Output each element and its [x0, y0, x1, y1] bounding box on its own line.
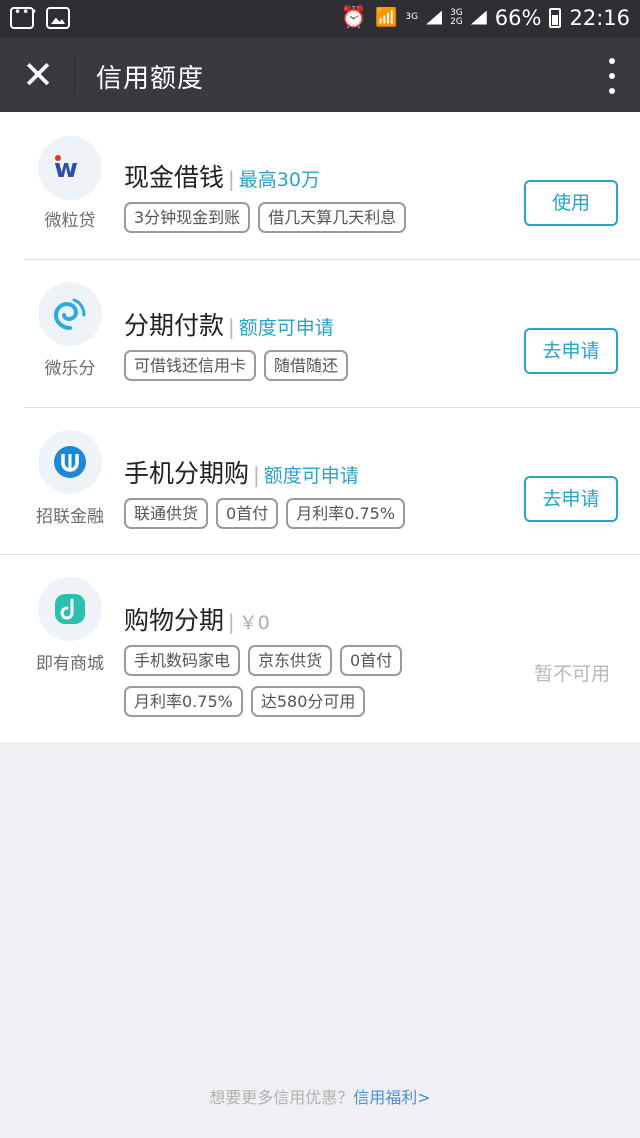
- brand-name: 即有商城: [36, 654, 104, 674]
- weilidai-logo-icon: w: [38, 136, 102, 200]
- message-icon: [10, 5, 38, 29]
- signal-bars-icon-2: [470, 10, 487, 25]
- footer-text: 想要更多信用优惠？: [209, 1088, 354, 1107]
- signal-bars-icon: [426, 10, 443, 25]
- tag-list: 可借钱还信用卡 随借随还: [124, 350, 514, 381]
- clock: 22:16: [569, 5, 630, 30]
- credit-list: w 微粒贷 现金借钱 | 最高30万 3分钟现金到账 借几天算几天利息 使用 微…: [0, 112, 640, 742]
- tag-list: 手机数码家电 京东供货 0首付 月利率0.75% 达580分可用: [124, 645, 454, 717]
- title-separator: |: [228, 610, 235, 634]
- tag-list: 3分钟现金到账 借几天算几天利息: [124, 202, 514, 233]
- use-button[interactable]: 使用: [524, 180, 618, 226]
- status-bar: ⏰ 📶 3G 3G 2G 66% 22:16: [0, 0, 640, 38]
- feature-tag: 达580分可用: [250, 686, 366, 717]
- quota-text: 额度可申请: [238, 317, 334, 339]
- page-title: 信用额度: [96, 64, 205, 94]
- feature-tag: 联通供货: [124, 498, 209, 529]
- brand-name: 微乐分: [44, 359, 96, 379]
- title-separator: |: [253, 463, 260, 487]
- wifi-icon: 📶: [374, 7, 398, 28]
- credit-benefits-link[interactable]: 信用福利>: [353, 1088, 430, 1107]
- close-icon[interactable]: ✕: [18, 56, 58, 96]
- tag-list: 联通供货 0首付 月利率0.75%: [124, 498, 514, 529]
- feature-tag: 0首付: [340, 645, 403, 676]
- quota-text: 最高30万: [238, 169, 320, 191]
- product-title: 购物分期: [124, 606, 225, 635]
- nav-divider: [74, 56, 75, 94]
- feature-tag: 京东供货: [248, 645, 333, 676]
- battery-icon: [549, 7, 562, 28]
- feature-tag: 月利率0.75%: [124, 686, 243, 717]
- image-icon: [46, 7, 70, 29]
- title-separator: |: [228, 315, 235, 339]
- quota-text: 额度可申请: [263, 465, 359, 487]
- apply-button[interactable]: 去申请: [524, 476, 618, 522]
- feature-tag: 手机数码家电: [124, 645, 241, 676]
- product-title: 手机分期购: [124, 459, 250, 488]
- feature-tag: 随借随还: [264, 350, 349, 381]
- network-indicator-2: 3G 2G: [450, 7, 463, 27]
- network-indicator: 3G: [405, 12, 419, 22]
- title-separator: |: [228, 167, 235, 191]
- apply-button[interactable]: 去申请: [524, 328, 618, 374]
- weilefen-swirl-icon: [38, 282, 102, 346]
- battery-percent: 66%: [494, 5, 542, 30]
- feature-tag: 可借钱还信用卡: [124, 350, 257, 381]
- jiyou-logo-icon: [38, 577, 102, 641]
- feature-tag: 借几天算几天利息: [258, 202, 407, 233]
- alarm-icon: ⏰: [340, 5, 367, 29]
- list-item[interactable]: w 微粒贷 现金借钱 | 最高30万 3分钟现金到账 借几天算几天利息 使用: [0, 112, 640, 259]
- nav-bar: ✕ 信用额度: [0, 38, 640, 112]
- more-vertical-icon[interactable]: [606, 58, 618, 94]
- unavailable-label: 暂不可用: [533, 663, 610, 685]
- list-item[interactable]: 即有商城 购物分期 | ￥0 手机数码家电 京东供货 0首付 月利率0.75% …: [0, 555, 640, 742]
- product-title: 分期付款: [124, 311, 225, 340]
- footer: 想要更多信用优惠？信用福利>: [0, 1084, 640, 1108]
- feature-tag: 月利率0.75%: [286, 498, 406, 529]
- brand-name: 招联金融: [36, 507, 104, 527]
- brand-name: 微粒贷: [44, 211, 96, 231]
- list-item[interactable]: 招联金融 手机分期购 | 额度可申请 联通供货 0首付 月利率0.75% 去申请: [0, 408, 640, 554]
- feature-tag: 0首付: [216, 498, 279, 529]
- list-item[interactable]: 微乐分 分期付款 | 额度可申请 可借钱还信用卡 随借随还 去申请: [0, 260, 640, 407]
- feature-tag: 3分钟现金到账: [124, 202, 251, 233]
- product-title: 现金借钱: [124, 163, 225, 192]
- quota-text: ￥0: [238, 612, 270, 634]
- zhaolian-u-logo-icon: [38, 430, 102, 494]
